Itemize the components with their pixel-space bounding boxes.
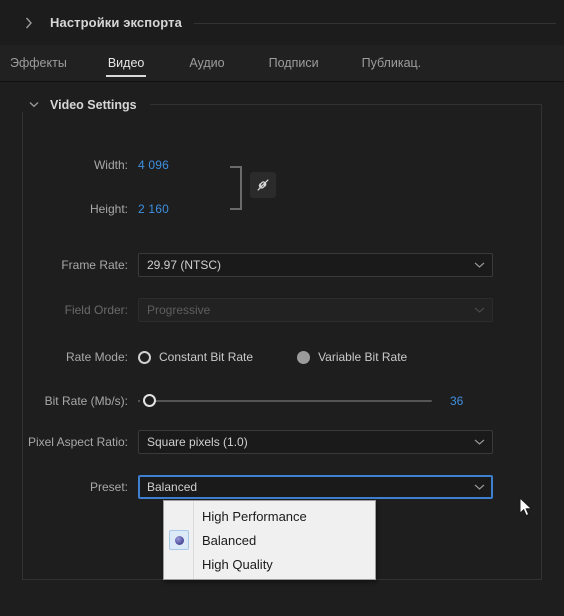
video-settings-legend: Video Settings	[22, 97, 542, 112]
width-row: Width: 4 096	[0, 154, 169, 176]
chevron-down-icon	[474, 439, 485, 446]
bit-rate-label: Bit Rate (Mb/s):	[44, 394, 128, 408]
slider-thumb[interactable]	[143, 394, 156, 407]
radio-dot	[174, 535, 184, 545]
frame-rate-value: 29.97 (NTSC)	[147, 258, 222, 272]
dropdown-item-label: Balanced	[202, 532, 257, 548]
width-label: Width:	[93, 158, 128, 172]
slider-min-tick	[138, 400, 140, 402]
field-order-label: Field Order:	[64, 303, 128, 317]
dimension-bracket	[230, 166, 242, 210]
pixel-aspect-ratio-row: Pixel Aspect Ratio: Square pixels (1.0)	[0, 430, 493, 454]
dropdown-item-balanced[interactable]: Balanced	[164, 528, 375, 552]
broken-link-icon[interactable]	[250, 172, 276, 198]
bit-rate-value[interactable]: 36	[450, 394, 463, 408]
field-order-row: Field Order: Progressive	[0, 298, 493, 322]
tab-publish[interactable]: Публикац.	[360, 45, 424, 81]
dropdown-item-high-quality[interactable]: High Quality	[164, 552, 375, 576]
frame-rate-select[interactable]: 29.97 (NTSC)	[138, 253, 493, 277]
radio-variable-bit-rate-label: Variable Bit Rate	[318, 350, 408, 364]
preset-select[interactable]: Balanced	[138, 475, 493, 499]
rate-mode-label: Rate Mode:	[65, 350, 128, 364]
preset-label: Preset:	[89, 480, 128, 494]
tab-audio[interactable]: Аудио	[187, 45, 226, 81]
height-label: Height:	[89, 202, 128, 216]
radio-unselected-icon	[138, 350, 151, 364]
pixel-aspect-ratio-label: Pixel Aspect Ratio:	[27, 435, 128, 449]
dropdown-item-label: High Performance	[202, 508, 307, 524]
chevron-right-icon[interactable]	[22, 16, 36, 30]
radio-selected-icon	[169, 530, 189, 550]
chevron-down-icon[interactable]	[474, 484, 485, 491]
page-title: Настройки экспорта	[50, 15, 182, 30]
tab-video[interactable]: Видео	[105, 45, 147, 81]
height-input[interactable]: 2 160	[138, 202, 169, 216]
dropdown-item-label: High Quality	[202, 556, 273, 572]
height-row: Height: 2 160	[0, 198, 169, 220]
legend-divider	[149, 104, 542, 105]
radio-variable-bit-rate[interactable]: Variable Bit Rate	[297, 350, 407, 364]
radio-selected-icon	[297, 350, 311, 364]
field-order-select: Progressive	[138, 298, 493, 322]
rate-mode-row: Rate Mode: Constant Bit Rate Variable Bi…	[0, 346, 407, 368]
tab-effects[interactable]: Эффекты	[8, 45, 69, 81]
preset-dropdown-menu[interactable]: High Performance Balanced High Quality	[163, 500, 376, 580]
export-settings-header: Настройки экспорта	[0, 0, 564, 45]
tab-captions[interactable]: Подписи	[267, 45, 321, 81]
preset-row: Preset: Balanced	[0, 475, 493, 499]
preset-value: Balanced	[147, 480, 198, 494]
tab-bar: Эффекты Видео Аудио Подписи Публикац.	[0, 45, 564, 82]
chevron-down-icon	[474, 307, 485, 314]
field-order-value: Progressive	[147, 303, 211, 317]
radio-constant-bit-rate-label: Constant Bit Rate	[159, 350, 254, 364]
bit-rate-row: Bit Rate (Mb/s): 36	[0, 390, 463, 412]
header-divider	[193, 23, 556, 24]
frame-rate-row: Frame Rate: 29.97 (NTSC)	[0, 253, 493, 277]
video-settings-title: Video Settings	[50, 97, 143, 112]
slider-track[interactable]	[144, 400, 432, 402]
bit-rate-slider[interactable]: 36	[138, 391, 463, 411]
dropdown-item-high-performance[interactable]: High Performance	[164, 504, 375, 528]
chevron-down-icon[interactable]	[27, 98, 40, 111]
radio-constant-bit-rate[interactable]: Constant Bit Rate	[138, 350, 253, 364]
width-input[interactable]: 4 096	[138, 158, 169, 172]
frame-rate-label: Frame Rate:	[61, 258, 128, 272]
chevron-down-icon	[474, 262, 485, 269]
pixel-aspect-ratio-value: Square pixels (1.0)	[147, 435, 248, 449]
pixel-aspect-ratio-select[interactable]: Square pixels (1.0)	[138, 430, 493, 454]
